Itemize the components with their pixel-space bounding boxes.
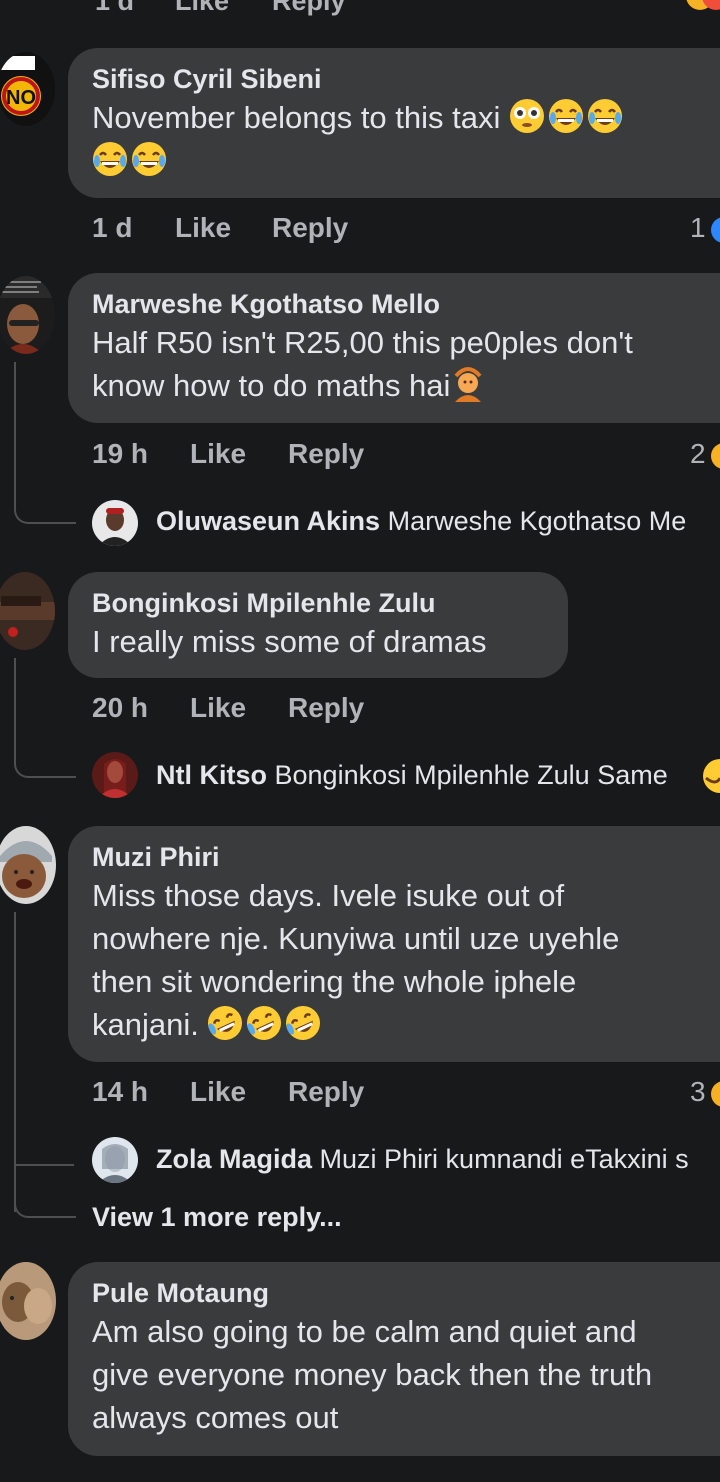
avatar[interactable]: [0, 826, 56, 904]
commenter-name[interactable]: Pule Motaung: [92, 1276, 696, 1310]
reaction-icon: [680, 0, 720, 18]
reply-preview[interactable]: Ntl Kitso Bonginkosi Mpilenhle Zulu Same: [156, 760, 668, 791]
thread-connector: [14, 1190, 76, 1218]
reply-text: Muzi Phiri kumnandi eTakxini s: [319, 1144, 689, 1174]
comment-text: know how to do maths hai: [92, 368, 451, 403]
thread-line: [14, 912, 16, 1212]
reply-author[interactable]: Oluwaseun Akins: [156, 506, 380, 536]
reaction-count[interactable]: 1: [690, 212, 706, 244]
time-label: 14 h: [92, 1076, 149, 1107]
comment-actions: 19 h Like Reply 2: [0, 438, 720, 474]
commenter-name[interactable]: Sifiso Cyril Sibeni: [92, 62, 696, 96]
like-button[interactable]: Like: [175, 0, 229, 17]
comment-text: I really miss some of dramas: [92, 624, 487, 659]
reply-avatar[interactable]: [92, 752, 138, 798]
reply-button[interactable]: Reply: [288, 1076, 364, 1108]
reaction-count[interactable]: 2: [690, 438, 706, 470]
flushed-face-icon: [510, 99, 544, 133]
comment-bubble[interactable]: Sifiso Cyril Sibeni November belongs to …: [68, 48, 720, 198]
sweat-smile-icon: [702, 758, 720, 794]
avatar[interactable]: NO: [0, 52, 55, 126]
like-button[interactable]: Like: [175, 212, 231, 244]
avatar[interactable]: [0, 276, 55, 354]
thread-connector: [14, 736, 76, 778]
previous-comment-actions: 1 d Like Reply: [0, 0, 720, 18]
time-label: 19 h: [92, 438, 149, 469]
like-button[interactable]: Like: [190, 692, 246, 724]
emoji-group: [509, 99, 626, 135]
comment-text-line: give everyone money back then the truth: [92, 1357, 653, 1392]
comment-text-line: nowhere nje. Kunyiwa until uze uyehle: [92, 921, 620, 956]
thread-connector: [14, 1140, 74, 1166]
avatar-text: NO: [6, 87, 36, 109]
reply-button[interactable]: Reply: [288, 438, 364, 470]
rofl-face-icon: [286, 1006, 321, 1040]
person-gesturing-ok-icon: [454, 367, 482, 402]
time-label: 1 d: [95, 0, 135, 16]
view-more-replies-link[interactable]: View 1 more reply...: [92, 1202, 342, 1233]
reply-button[interactable]: Reply: [288, 692, 364, 724]
comment-text-line: Am also going to be calm and quiet and: [92, 1314, 637, 1349]
joy-face-icon: [549, 99, 583, 133]
emoji-line: [92, 139, 696, 182]
reply-avatar[interactable]: [92, 500, 138, 546]
comment-text-line: always comes out: [92, 1400, 339, 1435]
comment-bubble[interactable]: Bonginkosi Mpilenhle Zulu I really miss …: [68, 572, 568, 678]
time-label: 20 h: [92, 692, 149, 723]
haha-reaction-icon: [710, 1080, 720, 1108]
reply-preview[interactable]: Zola Magida Muzi Phiri kumnandi eTakxini…: [156, 1144, 689, 1175]
comment-text: November belongs to this taxi: [92, 100, 501, 135]
comment-text: Half R50 isn't R25,00 this pe0ples don't: [92, 325, 633, 360]
comment-actions: 14 h Like Reply 3: [0, 1076, 720, 1112]
comment-actions: 1 d Like Reply 1: [0, 212, 720, 248]
joy-face-icon: [132, 142, 166, 176]
comment-text-line: Miss those days. Ivele isuke out of: [92, 878, 565, 913]
like-button[interactable]: Like: [190, 1076, 246, 1108]
comment-bubble[interactable]: Marweshe Kgothatso Mello Half R50 isn't …: [68, 273, 720, 423]
joy-face-icon: [93, 142, 127, 176]
like-button[interactable]: Like: [190, 438, 246, 470]
reply-text: Bonginkosi Mpilenhle Zulu Same: [274, 760, 668, 790]
rofl-face-icon: [208, 1006, 243, 1040]
reaction-count[interactable]: 3: [690, 1076, 706, 1108]
reply-avatar[interactable]: [92, 1137, 138, 1183]
reply-button[interactable]: Reply: [272, 0, 346, 17]
reply-preview[interactable]: Oluwaseun Akins Marweshe Kgothatso Me: [156, 506, 686, 537]
haha-reaction-icon: [710, 442, 720, 470]
comment-bubble[interactable]: Muzi Phiri Miss those days. Ivele isuke …: [68, 826, 720, 1062]
comment-actions: 20 h Like Reply: [0, 692, 720, 728]
reply-button[interactable]: Reply: [272, 212, 348, 244]
avatar[interactable]: [0, 572, 55, 650]
reply-author[interactable]: Ntl Kitso: [156, 760, 267, 790]
joy-face-icon: [588, 99, 622, 133]
commenter-name[interactable]: Muzi Phiri: [92, 840, 696, 874]
commenter-name[interactable]: Bonginkosi Mpilenhle Zulu: [92, 586, 544, 620]
comment-bubble[interactable]: Pule Motaung Am also going to be calm an…: [68, 1262, 720, 1456]
reply-text: Marweshe Kgothatso Me: [387, 506, 687, 536]
avatar[interactable]: [0, 1262, 56, 1340]
like-reaction-icon: [710, 216, 720, 244]
rofl-face-icon: [247, 1006, 282, 1040]
comment-text-line: kanjani.: [92, 1007, 199, 1042]
reply-author[interactable]: Zola Magida: [156, 1144, 312, 1174]
thread-connector: [14, 480, 76, 524]
time-label: 1 d: [92, 212, 133, 243]
comment-text-line: then sit wondering the whole iphele: [92, 964, 577, 999]
commenter-name[interactable]: Marweshe Kgothatso Mello: [92, 287, 696, 321]
